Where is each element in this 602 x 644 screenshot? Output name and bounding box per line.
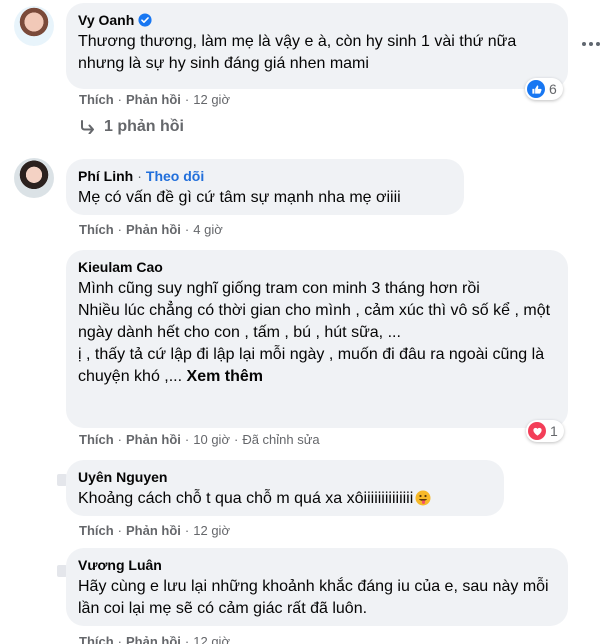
- timestamp[interactable]: 12 giờ: [193, 92, 230, 107]
- comment-bubble: Uyên Nguyen Khoảng cách chỗ t qua chỗ m …: [66, 460, 504, 516]
- edited-label: Đã chỉnh sửa: [242, 432, 320, 447]
- comment-bubble: Vy Oanh Thương thương, làm mẹ là vậy e à…: [66, 3, 568, 89]
- timestamp[interactable]: 4 giờ: [193, 222, 223, 237]
- more-options-icon[interactable]: [577, 30, 602, 58]
- reply-button[interactable]: Phản hồi: [126, 523, 181, 538]
- comment-bubble: Phí Linh · Theo dõi Mẹ có vấn đề gì cứ t…: [66, 159, 464, 215]
- reply-button[interactable]: Phản hồi: [126, 432, 181, 447]
- timestamp[interactable]: 12 giờ: [193, 523, 230, 538]
- comment-text: Mình cũng suy nghĩ giống tram con minh 3…: [78, 280, 551, 385]
- like-button[interactable]: Thích: [79, 222, 114, 237]
- comment-text: Khoảng cách chỗ t qua chỗ m quá xa xôiii…: [78, 490, 414, 507]
- reaction-count: 1: [550, 423, 558, 439]
- reply-arrow-icon: [81, 120, 94, 134]
- comment-bubble: Kieulam Cao Mình cũng suy nghĩ giống tra…: [66, 250, 568, 428]
- comment-actions: Thích · Phản hồi · 12 giờ: [79, 523, 230, 538]
- grinning-tongue-emoji-icon: [415, 490, 431, 506]
- comment-text: Mẹ có vấn đề gì cứ tâm sự mạnh nha mẹ ơi…: [78, 189, 401, 206]
- like-button[interactable]: Thích: [79, 634, 114, 644]
- avatar[interactable]: [14, 158, 54, 198]
- comment-actions: Thích · Phản hồi · 12 giờ: [79, 92, 230, 107]
- reply-button[interactable]: Phản hồi: [126, 222, 181, 237]
- reaction-summary[interactable]: 1: [526, 420, 564, 442]
- comment-text: Hãy cùng e lưu lại những khoảnh khắc đán…: [78, 578, 549, 617]
- comment-bubble: Vương Luân Hãy cùng e lưu lại những khoả…: [66, 548, 568, 626]
- reply-button[interactable]: Phản hồi: [126, 634, 181, 644]
- reaction-count: 6: [549, 81, 557, 97]
- timestamp[interactable]: 12 giờ: [193, 634, 230, 644]
- like-button[interactable]: Thích: [79, 523, 114, 538]
- verified-badge-icon: [138, 13, 152, 27]
- like-button[interactable]: Thích: [79, 432, 114, 447]
- comment-author[interactable]: Kieulam Cao: [78, 258, 163, 276]
- comment-actions: Thích · Phản hồi · 10 giờ · Đã chỉnh sửa: [79, 432, 320, 447]
- reply-button[interactable]: Phản hồi: [126, 92, 181, 107]
- like-icon: [527, 80, 545, 98]
- comment-author[interactable]: Vương Luân: [78, 556, 162, 574]
- comment-text: Thương thương, làm mẹ là vậy e à, còn hy…: [78, 33, 517, 72]
- avatar[interactable]: [14, 6, 54, 46]
- follow-button[interactable]: Theo dõi: [146, 167, 204, 185]
- heart-icon: [528, 422, 546, 440]
- comment-author[interactable]: Vy Oanh: [78, 11, 134, 29]
- replies-count-label: 1 phản hồi: [104, 118, 184, 135]
- comment-actions: Thích · Phản hồi · 4 giờ: [79, 222, 223, 237]
- view-replies-link[interactable]: 1 phản hồi: [80, 118, 184, 136]
- comment-author[interactable]: Uyên Nguyen: [78, 468, 167, 486]
- like-button[interactable]: Thích: [79, 92, 114, 107]
- comment-author[interactable]: Phí Linh: [78, 167, 133, 185]
- timestamp[interactable]: 10 giờ: [193, 432, 230, 447]
- reaction-summary[interactable]: 6: [525, 78, 563, 100]
- comment-actions: Thích · Phản hồi · 12 giờ: [79, 634, 230, 644]
- see-more-link[interactable]: Xem thêm: [187, 368, 263, 385]
